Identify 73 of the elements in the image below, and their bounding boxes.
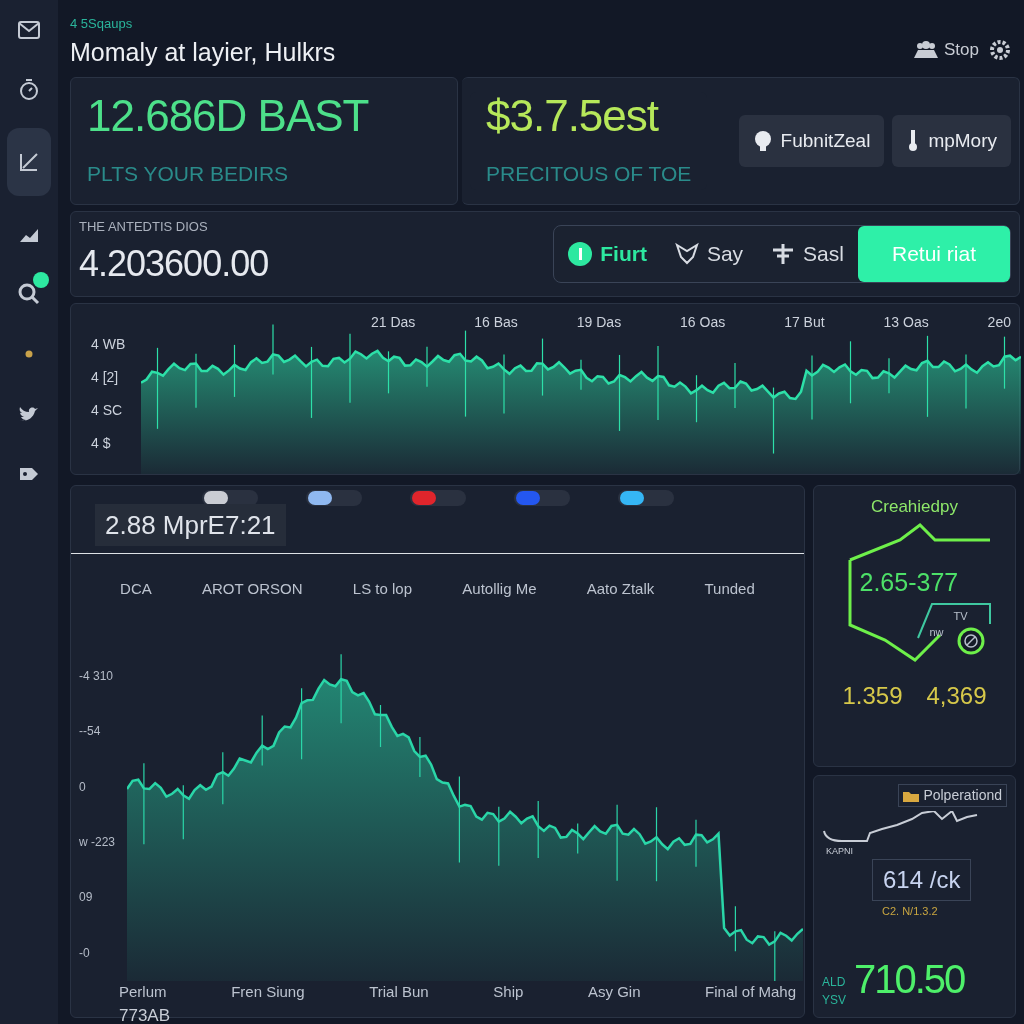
column-label: Aato Ztalk xyxy=(586,579,655,599)
bulb-icon xyxy=(752,129,773,153)
note-text: C2. N/1.3.2 xyxy=(882,904,938,919)
figure-value: 1.359 xyxy=(842,680,903,711)
user-menu[interactable]: Stop xyxy=(911,35,980,63)
axis-label: 2e0 xyxy=(987,313,1011,332)
axis-label: 09 xyxy=(79,889,94,907)
toggle-switch[interactable] xyxy=(513,490,570,506)
axis-label: -0 xyxy=(79,944,91,962)
trend-value: 614 /ck xyxy=(872,859,972,901)
stat-value: $3.7.5est xyxy=(486,92,660,141)
unit-label: ALD xyxy=(822,974,846,991)
readout-value: 2.88 MprE7:21 xyxy=(95,504,286,546)
toggle-switch[interactable] xyxy=(305,490,362,506)
action-button[interactable]: FubnitZeal xyxy=(738,114,885,168)
axis-label: 4 SC xyxy=(91,401,124,420)
tag-label: TV xyxy=(953,608,968,624)
column-label: AROT ORSON xyxy=(202,579,303,599)
column-label: LS to lop xyxy=(352,579,413,599)
chart-footer: 773AB xyxy=(71,1003,804,1024)
unit-label: YSV xyxy=(822,992,846,1009)
toggle-switch[interactable] xyxy=(617,490,674,506)
folder-icon xyxy=(903,789,920,802)
header-eyebrow: 4 5Sqaups xyxy=(70,15,134,33)
axis-label: 0 xyxy=(79,778,87,796)
axis-label: w -223 xyxy=(79,834,117,852)
axis-label: Perlum xyxy=(119,981,167,1002)
mail-icon xyxy=(17,18,41,42)
stat-caption: PLTS YOUR BEDIRS xyxy=(87,161,290,188)
segment-tab[interactable]: Say xyxy=(660,226,758,282)
settings-icon xyxy=(989,39,1011,61)
balance-value: 4.203600.00 xyxy=(79,241,269,286)
axis-label: 16 Bas xyxy=(474,313,518,332)
balance-label: THE ANTEDTIS DIOS xyxy=(79,218,209,237)
tag-label: nw xyxy=(929,624,944,640)
axis-label: Asy Gin xyxy=(587,981,641,1002)
figure-value: 4,369 xyxy=(926,680,987,711)
axis-label: 4 WB xyxy=(91,335,126,354)
page-title: Momaly at layier, Hulkrs xyxy=(70,36,336,68)
column-label: Tunded xyxy=(704,579,755,599)
action-button[interactable]: mpMory xyxy=(892,114,1011,168)
axis-label: Fren Siung xyxy=(231,981,305,1002)
axis-label: 4 [2] xyxy=(91,368,120,387)
timer-icon xyxy=(17,78,41,102)
search-icon xyxy=(17,282,41,306)
axis-label: 4 $ xyxy=(91,434,112,453)
chart-label: KAPNI xyxy=(826,845,853,858)
badge-label: Polperationd xyxy=(923,786,1002,805)
axis-label: 21 Das xyxy=(371,313,416,332)
total-value: 710.50 xyxy=(854,956,965,1003)
coin-icon xyxy=(568,242,593,266)
people-icon xyxy=(912,39,940,60)
summary-value: 2.65-377 xyxy=(859,566,959,598)
sidebar-item[interactable] xyxy=(7,128,51,196)
axis-label: 13 Oas xyxy=(883,313,929,332)
axis-label: Trial Bun xyxy=(369,981,429,1002)
stat-value: 12.686D BAST xyxy=(87,92,370,141)
axis-label: -4 310 xyxy=(79,668,115,686)
stat-caption: PRECITOUS OF TOE xyxy=(486,161,692,188)
card-title: Creahiedpy xyxy=(871,496,958,518)
axis-label: 17 But xyxy=(784,313,825,332)
circle-slash-icon xyxy=(955,625,986,656)
dot-icon xyxy=(25,350,33,358)
toggle-switch[interactable] xyxy=(409,490,466,506)
column-label: Autollig Me xyxy=(462,579,537,599)
column-label: DCA xyxy=(120,579,152,599)
axis-label: --54 xyxy=(79,723,102,741)
segment-tab[interactable]: Fiurt xyxy=(554,226,661,282)
segment-tab[interactable]: Sasl xyxy=(757,226,858,282)
axis-label: Ship xyxy=(493,981,524,1002)
axis-label: 19 Das xyxy=(576,313,622,332)
axis-label: Final of Mahg xyxy=(705,981,796,1002)
axis-label: 16 Oas xyxy=(680,313,726,332)
